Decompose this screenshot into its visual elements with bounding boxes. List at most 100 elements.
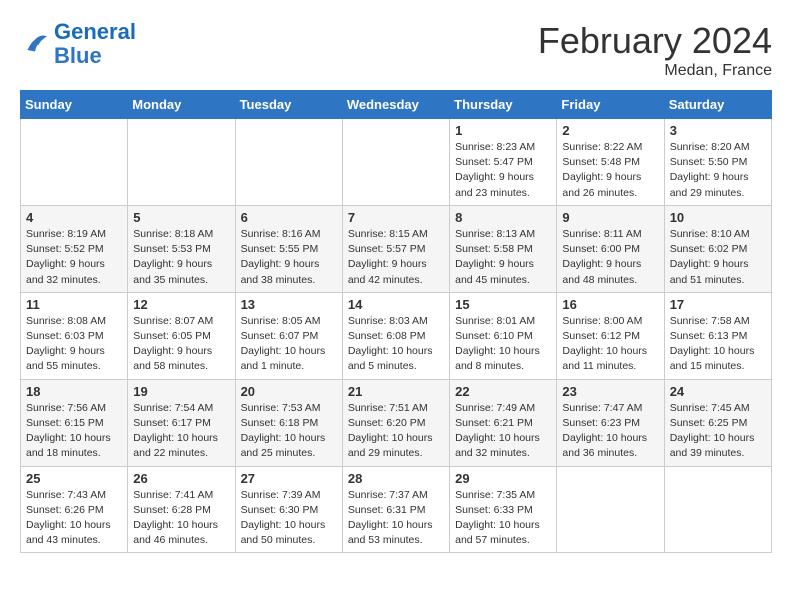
day-number: 12 xyxy=(133,297,229,312)
calendar-cell: 9 Sunrise: 8:11 AMSunset: 6:00 PMDaylight… xyxy=(557,205,664,292)
day-info: Sunrise: 8:03 AMSunset: 6:08 PMDaylight:… xyxy=(348,314,444,375)
day-info: Sunrise: 7:58 AMSunset: 6:13 PMDaylight:… xyxy=(670,314,766,375)
calendar-cell: 21Sunrise: 7:51 AMSunset: 6:20 PMDayligh… xyxy=(342,379,449,466)
calendar-cell: 23Sunrise: 7:47 AMSunset: 6:23 PMDayligh… xyxy=(557,379,664,466)
calendar-title: February 2024 xyxy=(538,20,772,62)
day-number: 16 xyxy=(562,297,658,312)
calendar-cell: 19Sunrise: 7:54 AMSunset: 6:17 PMDayligh… xyxy=(128,379,235,466)
calendar-cell: 20 Sunrise: 7:53 AMSunset: 6:18 PMDayligh… xyxy=(235,379,342,466)
calendar-week-row: 18 Sunrise: 7:56 AMSunset: 6:15 PMDayligh… xyxy=(21,379,772,466)
logo-text: General Blue xyxy=(54,20,136,68)
calendar-cell: 25Sunrise: 7:43 AMSunset: 6:26 PMDayligh… xyxy=(21,466,128,553)
day-info: Sunrise: 7:56 AMSunset: 6:15 PMDaylight:… xyxy=(26,401,122,462)
day-number: 28 xyxy=(348,471,444,486)
calendar-table: SundayMondayTuesdayWednesdayThursdayFrid… xyxy=(20,90,772,553)
day-number: 21 xyxy=(348,384,444,399)
day-info: Sunrise: 8:18 AMSunset: 5:53 PMDaylight:… xyxy=(133,227,229,288)
logo-blue: Blue xyxy=(54,43,102,68)
calendar-cell: 6Sunrise: 8:16 AMSunset: 5:55 PMDaylight… xyxy=(235,205,342,292)
calendar-cell: 26 Sunrise: 7:41 AMSunset: 6:28 PMDayligh… xyxy=(128,466,235,553)
logo-bird-icon xyxy=(20,29,50,59)
day-info: Sunrise: 7:35 AMSunset: 6:33 PMDaylight:… xyxy=(455,488,551,549)
calendar-cell: 16 Sunrise: 8:00 AMSunset: 6:12 PMDayligh… xyxy=(557,292,664,379)
calendar-cell: 12 Sunrise: 8:07 AMSunset: 6:05 PMDayligh… xyxy=(128,292,235,379)
day-number: 3 xyxy=(670,123,766,138)
day-info: Sunrise: 8:15 AMSunset: 5:57 PMDaylight:… xyxy=(348,227,444,288)
column-header-sunday: Sunday xyxy=(21,91,128,119)
column-header-tuesday: Tuesday xyxy=(235,91,342,119)
day-number: 9 xyxy=(562,210,658,225)
day-info: Sunrise: 8:19 AMSunset: 5:52 PMDaylight:… xyxy=(26,227,122,288)
logo-general: General xyxy=(54,19,136,44)
calendar-cell: 18 Sunrise: 7:56 AMSunset: 6:15 PMDayligh… xyxy=(21,379,128,466)
calendar-cell: 4Sunrise: 8:19 AMSunset: 5:52 PMDaylight… xyxy=(21,205,128,292)
day-info: Sunrise: 8:11 AMSunset: 6:00 PMDaylight:… xyxy=(562,227,658,288)
column-header-saturday: Saturday xyxy=(664,91,771,119)
day-info: Sunrise: 8:22 AMSunset: 5:48 PMDaylight:… xyxy=(562,140,658,201)
day-info: Sunrise: 7:45 AMSunset: 6:25 PMDaylight:… xyxy=(670,401,766,462)
day-number: 11 xyxy=(26,297,122,312)
calendar-header-row: SundayMondayTuesdayWednesdayThursdayFrid… xyxy=(21,91,772,119)
day-number: 18 xyxy=(26,384,122,399)
calendar-cell xyxy=(235,119,342,206)
calendar-cell: 28Sunrise: 7:37 AMSunset: 6:31 PMDayligh… xyxy=(342,466,449,553)
day-number: 1 xyxy=(455,123,551,138)
day-info: Sunrise: 7:39 AMSunset: 6:30 PMDaylight:… xyxy=(241,488,337,549)
calendar-cell: 11 Sunrise: 8:08 AMSunset: 6:03 PMDayligh… xyxy=(21,292,128,379)
column-header-friday: Friday xyxy=(557,91,664,119)
calendar-cell xyxy=(557,466,664,553)
day-number: 20 xyxy=(241,384,337,399)
column-header-wednesday: Wednesday xyxy=(342,91,449,119)
calendar-cell: 14 Sunrise: 8:03 AMSunset: 6:08 PMDayligh… xyxy=(342,292,449,379)
day-number: 15 xyxy=(455,297,551,312)
calendar-cell: 2Sunrise: 8:22 AMSunset: 5:48 PMDaylight… xyxy=(557,119,664,206)
day-info: Sunrise: 8:07 AMSunset: 6:05 PMDaylight:… xyxy=(133,314,229,375)
day-number: 23 xyxy=(562,384,658,399)
calendar-cell: 13 Sunrise: 8:05 AMSunset: 6:07 PMDayligh… xyxy=(235,292,342,379)
day-number: 14 xyxy=(348,297,444,312)
calendar-cell: 29Sunrise: 7:35 AMSunset: 6:33 PMDayligh… xyxy=(450,466,557,553)
page-header: General Blue February 2024 Medan, France xyxy=(20,20,772,80)
day-number: 26 xyxy=(133,471,229,486)
calendar-week-row: 25Sunrise: 7:43 AMSunset: 6:26 PMDayligh… xyxy=(21,466,772,553)
day-info: Sunrise: 7:41 AMSunset: 6:28 PMDaylight:… xyxy=(133,488,229,549)
day-number: 8 xyxy=(455,210,551,225)
calendar-subtitle: Medan, France xyxy=(538,62,772,80)
day-number: 5 xyxy=(133,210,229,225)
calendar-week-row: 1 Sunrise: 8:23 AMSunset: 5:47 PMDaylight… xyxy=(21,119,772,206)
day-number: 6 xyxy=(241,210,337,225)
day-info: Sunrise: 8:13 AMSunset: 5:58 PMDaylight:… xyxy=(455,227,551,288)
day-info: Sunrise: 8:05 AMSunset: 6:07 PMDaylight:… xyxy=(241,314,337,375)
day-info: Sunrise: 7:49 AMSunset: 6:21 PMDaylight:… xyxy=(455,401,551,462)
day-info: Sunrise: 8:00 AMSunset: 6:12 PMDaylight:… xyxy=(562,314,658,375)
day-number: 7 xyxy=(348,210,444,225)
logo: General Blue xyxy=(20,20,136,68)
day-number: 24 xyxy=(670,384,766,399)
calendar-cell: 15 Sunrise: 8:01 AMSunset: 6:10 PMDayligh… xyxy=(450,292,557,379)
calendar-week-row: 11 Sunrise: 8:08 AMSunset: 6:03 PMDayligh… xyxy=(21,292,772,379)
calendar-cell xyxy=(664,466,771,553)
day-info: Sunrise: 7:43 AMSunset: 6:26 PMDaylight:… xyxy=(26,488,122,549)
day-info: Sunrise: 7:54 AMSunset: 6:17 PMDaylight:… xyxy=(133,401,229,462)
calendar-cell xyxy=(342,119,449,206)
calendar-cell: 10Sunrise: 8:10 AMSunset: 6:02 PMDayligh… xyxy=(664,205,771,292)
calendar-cell xyxy=(21,119,128,206)
calendar-cell: 27 Sunrise: 7:39 AMSunset: 6:30 PMDayligh… xyxy=(235,466,342,553)
day-number: 27 xyxy=(241,471,337,486)
day-info: Sunrise: 7:53 AMSunset: 6:18 PMDaylight:… xyxy=(241,401,337,462)
column-header-monday: Monday xyxy=(128,91,235,119)
day-info: Sunrise: 8:08 AMSunset: 6:03 PMDaylight:… xyxy=(26,314,122,375)
title-block: February 2024 Medan, France xyxy=(538,20,772,80)
calendar-cell: 1 Sunrise: 8:23 AMSunset: 5:47 PMDaylight… xyxy=(450,119,557,206)
calendar-cell xyxy=(128,119,235,206)
day-info: Sunrise: 8:01 AMSunset: 6:10 PMDaylight:… xyxy=(455,314,551,375)
calendar-cell: 22 Sunrise: 7:49 AMSunset: 6:21 PMDayligh… xyxy=(450,379,557,466)
calendar-week-row: 4Sunrise: 8:19 AMSunset: 5:52 PMDaylight… xyxy=(21,205,772,292)
day-number: 22 xyxy=(455,384,551,399)
calendar-cell: 24 Sunrise: 7:45 AMSunset: 6:25 PMDayligh… xyxy=(664,379,771,466)
day-number: 10 xyxy=(670,210,766,225)
day-number: 13 xyxy=(241,297,337,312)
calendar-cell: 3Sunrise: 8:20 AMSunset: 5:50 PMDaylight… xyxy=(664,119,771,206)
day-info: Sunrise: 8:23 AMSunset: 5:47 PMDaylight:… xyxy=(455,140,551,201)
day-number: 17 xyxy=(670,297,766,312)
